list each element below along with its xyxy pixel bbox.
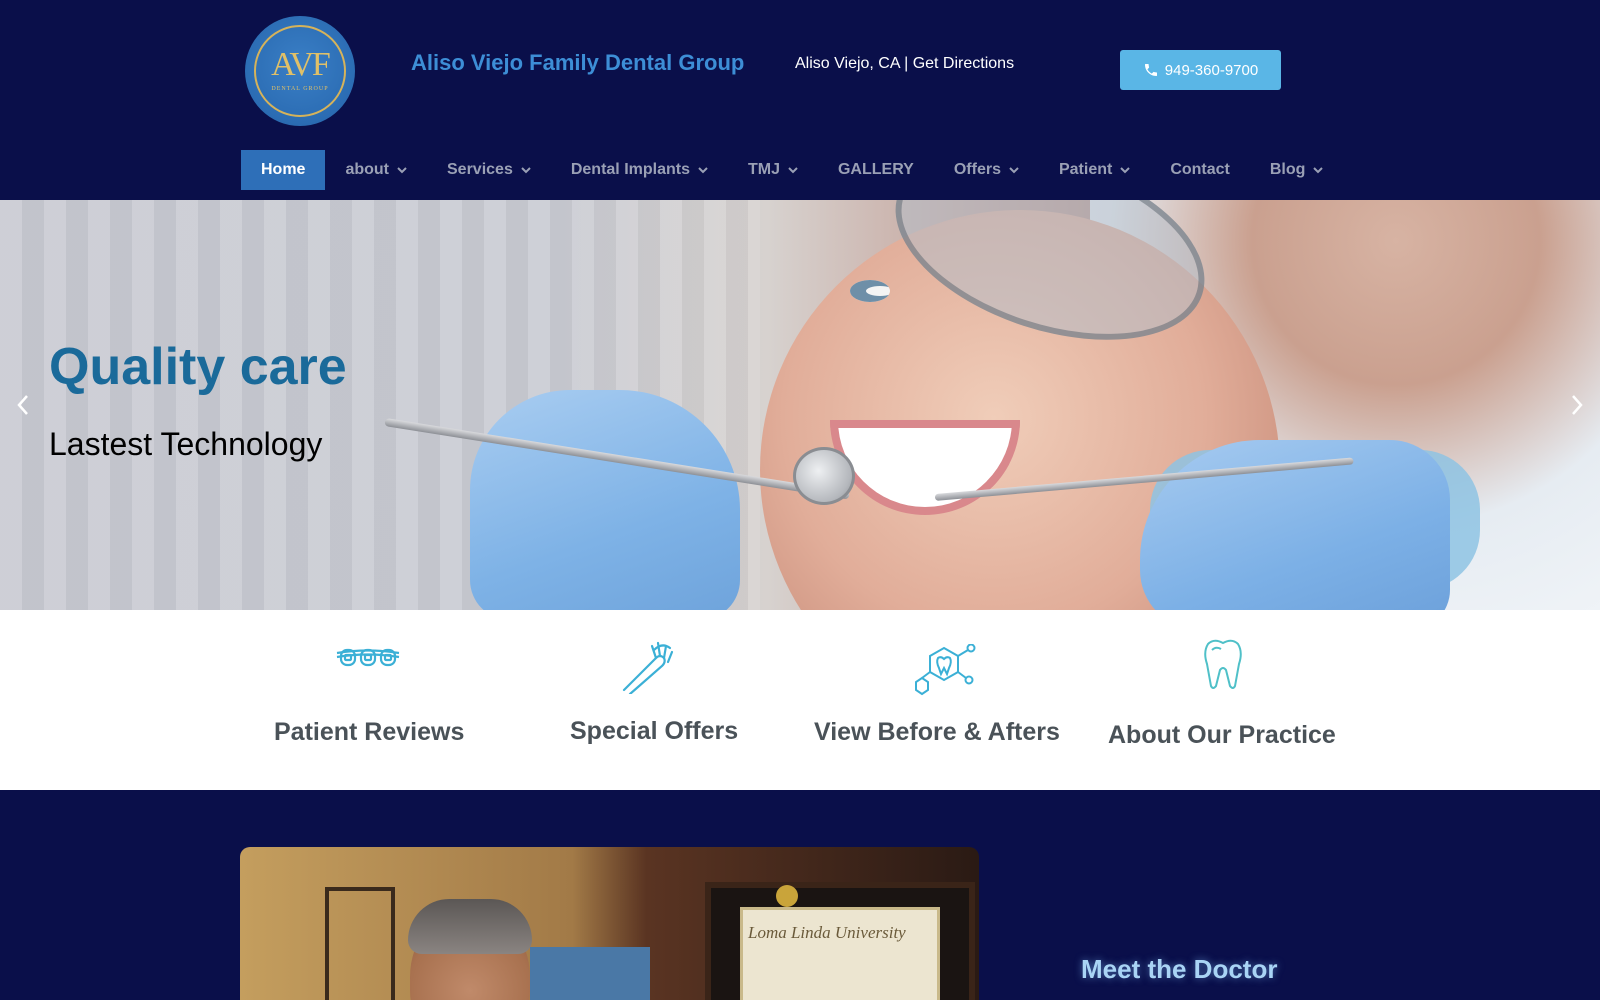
phone-button[interactable]: 949-360-9700 bbox=[1120, 50, 1281, 90]
hero-subtitle: Lastest Technology bbox=[49, 426, 323, 462]
feature-special-offers[interactable]: Special Offers bbox=[540, 610, 776, 790]
feature-before-afters[interactable]: View Before & Afters bbox=[810, 610, 1070, 790]
photo-monitor bbox=[530, 947, 650, 1000]
feature-label: View Before & Afters bbox=[814, 718, 1060, 746]
diploma-title: Loma Linda University bbox=[748, 923, 906, 942]
nav-label: about bbox=[345, 161, 389, 178]
slider-next-button[interactable] bbox=[1562, 390, 1592, 420]
tooth-molecule-icon bbox=[915, 644, 976, 696]
feature-links: Patient Reviews Special Offers View Befo… bbox=[0, 610, 1600, 790]
main-nav: Home about Services Dental Implants TMJ … bbox=[241, 150, 1343, 190]
feature-patient-reviews[interactable]: Patient Reviews bbox=[254, 610, 490, 790]
nav-label: Blog bbox=[1269, 161, 1306, 178]
nav-label: Offers bbox=[953, 161, 1001, 178]
nav-item-tmj[interactable]: TMJ bbox=[728, 150, 818, 190]
nav-label: Contact bbox=[1170, 161, 1230, 178]
location-directions-link[interactable]: Aliso Viejo, CA | Get Directions bbox=[795, 55, 1014, 73]
nav-label: GALLERY bbox=[837, 161, 914, 178]
meet-doctor-section: Loma Linda University Meet the Doctor bbox=[0, 790, 1600, 1000]
chevron-down-icon bbox=[521, 167, 531, 174]
nav-label: Patient bbox=[1058, 161, 1113, 178]
hero-patient-eye bbox=[850, 280, 890, 302]
nav-label: TMJ bbox=[747, 161, 780, 178]
nav-item-offers[interactable]: Offers bbox=[934, 150, 1039, 190]
hero-dental-mirror bbox=[793, 447, 855, 505]
phone-icon bbox=[1144, 64, 1157, 76]
doctor-photo: Loma Linda University bbox=[240, 847, 979, 1000]
feature-label: About Our Practice bbox=[1108, 721, 1336, 749]
nav-item-services[interactable]: Services bbox=[427, 150, 551, 190]
chevron-down-icon bbox=[698, 167, 708, 174]
hero-title: Quality care bbox=[49, 338, 347, 396]
slider-prev-button[interactable] bbox=[8, 390, 38, 420]
nav-item-home[interactable]: Home bbox=[241, 150, 326, 190]
chevron-right-icon bbox=[1572, 395, 1583, 415]
nav-item-gallery[interactable]: GALLERY bbox=[818, 150, 934, 190]
brand-name[interactable]: Aliso Viejo Family Dental Group bbox=[411, 50, 744, 76]
nav-label: Services bbox=[447, 161, 513, 178]
feature-label: Special Offers bbox=[570, 717, 739, 745]
photo-doctor-hair bbox=[408, 899, 532, 954]
toothbrush-icon bbox=[622, 641, 674, 694]
feature-label: Patient Reviews bbox=[274, 718, 465, 746]
logo-mark: AVF bbox=[271, 46, 331, 83]
chevron-down-icon bbox=[1120, 167, 1131, 174]
hero-slider: Quality care Lastest Technology bbox=[0, 200, 1600, 610]
feature-about-practice[interactable]: About Our Practice bbox=[1100, 610, 1360, 790]
photo-diploma-seal bbox=[776, 885, 798, 907]
nav-item-about[interactable]: about bbox=[325, 150, 427, 190]
nav-item-blog[interactable]: Blog bbox=[1250, 150, 1344, 190]
meet-doctor-heading[interactable]: Meet the Doctor bbox=[1081, 954, 1277, 985]
nav-item-patient[interactable]: Patient bbox=[1039, 150, 1150, 190]
nav-label: Dental Implants bbox=[570, 161, 690, 178]
photo-diploma bbox=[740, 907, 940, 1000]
chevron-left-icon bbox=[17, 395, 28, 415]
chevron-down-icon bbox=[788, 167, 798, 174]
site-header: AVF DENTAL GROUP Aliso Viejo Family Dent… bbox=[0, 0, 1600, 200]
nav-label: Home bbox=[261, 161, 306, 178]
phone-number: 949-360-9700 bbox=[1164, 61, 1259, 79]
braces-icon bbox=[336, 648, 400, 667]
chevron-down-icon bbox=[397, 167, 407, 174]
chevron-down-icon bbox=[1313, 167, 1324, 174]
chevron-down-icon bbox=[1009, 167, 1019, 174]
hero-glove-left bbox=[470, 390, 740, 610]
nav-item-contact[interactable]: Contact bbox=[1150, 150, 1250, 190]
logo[interactable]: AVF DENTAL GROUP bbox=[245, 16, 355, 126]
nav-item-dental-implants[interactable]: Dental Implants bbox=[551, 150, 728, 190]
tooth-icon bbox=[1204, 639, 1242, 689]
photo-doorframe bbox=[325, 887, 395, 1000]
